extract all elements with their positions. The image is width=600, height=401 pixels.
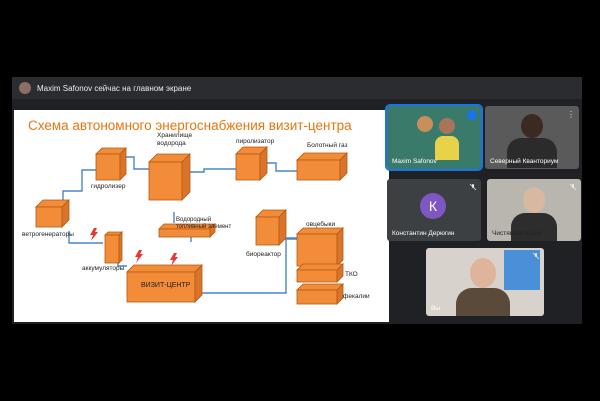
participant-tile-maxim[interactable]: Maxim Safonov [385,104,483,171]
label-hydrogen-storage: Хранилище водорода [157,132,193,147]
presenter-banner: Maxim Safonov сейчас на главном экране [37,83,192,93]
mic-off-icon [569,183,577,191]
label-accumulators: аккумуляторы [82,265,125,272]
speaking-indicator-icon [467,110,477,120]
meet-window: Maxim Safonov сейчас на главном экране С… [12,77,582,324]
label-wind-generators: ветрогенераторы [22,231,74,238]
participant-tile-kvantorium[interactable]: ⋮ Северный Кванториум [485,106,579,169]
participant-name: Вы [431,305,441,312]
presenter-bar: Maxim Safonov сейчас на главном экране [12,77,582,99]
mic-off-icon [469,183,477,191]
person-face [417,116,433,132]
label-feces: фекалии [343,293,370,300]
person-head [521,114,543,138]
more-options-icon[interactable]: ⋮ [567,110,575,119]
label-hydrolyzer: гидролизер [91,183,126,190]
label-visit-center: ВИЗИТ-ЦЕНТР [141,282,191,289]
label-fuel-cell: Водородный топливный элемент [176,217,232,230]
participant-tile-self[interactable]: Вы [426,248,544,316]
presenter-avatar [19,82,31,94]
shared-slide: Схема автономного энергоснабжения визит-… [14,110,389,322]
label-tko: ТКО [345,271,358,278]
avatar: К [420,193,446,219]
label-bioreactor: биореактор [246,251,281,258]
person-shirt [435,136,459,160]
person-face [470,258,496,288]
participant-tile-yulia[interactable]: Чистякова Юлия [487,179,581,241]
participant-name: Константин Дерюгин [392,230,455,237]
person-face [523,187,545,213]
participant-tile-konstantin[interactable]: К Константин Дерюгин [387,179,481,241]
participant-name: Чистякова Юлия [492,230,543,237]
participant-name: Северный Кванториум [490,158,559,165]
mic-off-icon [532,252,540,260]
label-pyrolyzer: пиролизатор [236,138,275,145]
label-swamp-gas: Болотный газ [307,142,348,149]
person-body [456,288,510,316]
label-sheep: овцебыки [306,221,336,228]
person-face [439,118,455,134]
participant-name: Maxim Safonov [392,158,437,165]
